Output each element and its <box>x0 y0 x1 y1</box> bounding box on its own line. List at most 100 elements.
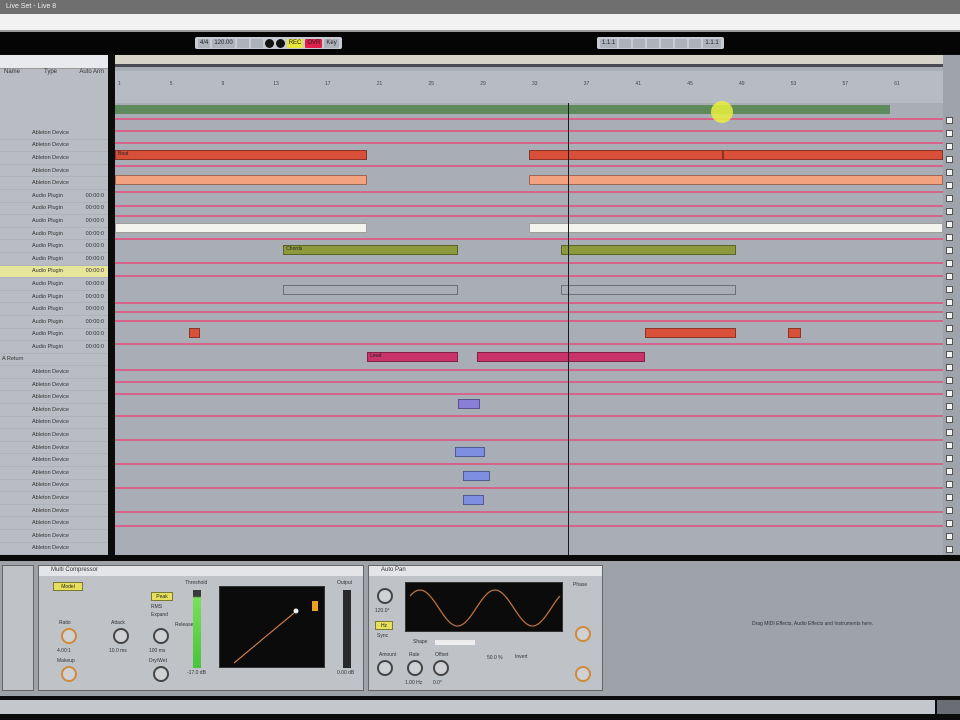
attack-knob[interactable] <box>113 628 129 644</box>
browser-row[interactable]: Ableton Device <box>0 404 108 417</box>
offset-knob[interactable] <box>433 660 449 676</box>
automation-line[interactable] <box>115 439 943 441</box>
browser-row[interactable]: Audio Plugin 00:00:0 <box>0 265 108 279</box>
browser-search[interactable] <box>0 55 108 69</box>
transport-right-button[interactable]: 1.1.1 <box>600 38 618 48</box>
browser-row[interactable]: Ableton Device <box>0 429 108 442</box>
browser-row[interactable]: Audio Plugin 00:00:0 <box>0 240 108 253</box>
track-activator-button[interactable] <box>946 182 953 189</box>
threshold-meter[interactable] <box>193 590 201 668</box>
browser-row[interactable]: Ableton Device <box>0 127 108 140</box>
browser-row[interactable]: Audio Plugin 00:00:0 <box>0 329 108 342</box>
track-activator-button[interactable] <box>946 286 953 293</box>
browser-row[interactable]: Audio Plugin 00:00:0 <box>0 253 108 266</box>
transport-left-button[interactable] <box>275 38 285 48</box>
release-knob[interactable] <box>153 628 169 644</box>
browser-row[interactable]: Audio Plugin 00:00:0 <box>0 278 108 291</box>
automation-line[interactable] <box>115 165 943 167</box>
track-activator-button[interactable] <box>946 429 953 436</box>
column-auto-arm[interactable]: Auto Arm <box>79 69 104 79</box>
clip[interactable]: Chords <box>283 245 458 255</box>
automation-line[interactable] <box>115 302 943 304</box>
clip[interactable] <box>529 150 724 160</box>
browser-row[interactable]: Audio Plugin 00:00:0 <box>0 203 108 216</box>
track-activator-button[interactable] <box>946 520 953 527</box>
clip[interactable] <box>283 285 458 295</box>
track-activator-button[interactable] <box>946 260 953 267</box>
automation-line[interactable] <box>115 415 943 417</box>
automation-line[interactable] <box>115 130 943 132</box>
browser-row[interactable]: Ableton Device <box>0 467 108 480</box>
track-activator-button[interactable] <box>946 117 953 124</box>
clip[interactable] <box>463 495 484 505</box>
browser-row[interactable]: Ableton Device <box>0 454 108 468</box>
clip[interactable] <box>529 223 943 233</box>
clip[interactable] <box>787 328 801 338</box>
makeup-knob[interactable] <box>61 666 77 682</box>
browser-row[interactable]: Ableton Device <box>0 366 108 379</box>
track-activator-button[interactable] <box>946 481 953 488</box>
automation-line[interactable] <box>115 191 943 193</box>
browser-row[interactable]: Audio Plugin 00:00:0 <box>0 341 108 354</box>
column-name[interactable]: Name <box>4 69 20 79</box>
drywet-knob[interactable] <box>153 666 169 682</box>
track-activator-button[interactable] <box>946 364 953 371</box>
clip[interactable] <box>561 285 736 295</box>
automation-line[interactable] <box>115 511 943 513</box>
transport-right-button[interactable] <box>647 38 660 48</box>
browser-row[interactable]: Ableton Device <box>0 480 108 493</box>
clip[interactable] <box>188 328 201 338</box>
model-button[interactable]: Model <box>53 582 83 591</box>
transport-left-button[interactable] <box>250 38 263 48</box>
automation-line[interactable] <box>115 343 943 345</box>
automation-line[interactable] <box>115 262 943 264</box>
beat-ruler[interactable]: 1 5 9 13 17 21 25 29 33 37 41 45 49 53 57 61 <box>115 71 943 103</box>
track-activator-button[interactable] <box>946 156 953 163</box>
browser-row[interactable]: Ableton Device <box>0 152 108 165</box>
transport-right-button[interactable]: 1.1.1 <box>703 38 721 48</box>
browser-row[interactable]: Audio Plugin 00:00:0 <box>0 316 108 329</box>
clip[interactable] <box>645 328 736 338</box>
clip[interactable]: Lead <box>367 352 458 362</box>
track-activator-button[interactable] <box>946 403 953 410</box>
track-activator-button[interactable] <box>946 234 953 241</box>
track-activator-button[interactable] <box>946 546 953 553</box>
clip[interactable] <box>529 175 943 185</box>
track-activator-button[interactable] <box>946 442 953 449</box>
track-activator-button[interactable] <box>946 468 953 475</box>
browser-row[interactable]: Audio Plugin 00:00:0 <box>0 303 108 316</box>
rate-knob[interactable] <box>407 660 423 676</box>
track-activator-button[interactable] <box>946 273 953 280</box>
track-activator-button[interactable] <box>946 143 953 150</box>
clip[interactable] <box>115 223 368 233</box>
automation-line[interactable] <box>115 238 943 240</box>
automation-line[interactable] <box>115 215 943 217</box>
track-activator-button[interactable] <box>946 130 953 137</box>
browser-row[interactable]: Ableton Device <box>0 379 108 392</box>
transport-right-button[interactable] <box>633 38 646 48</box>
transport-left-button[interactable]: Key <box>324 38 339 48</box>
browser-row[interactable]: Ableton Device <box>0 505 108 518</box>
clip[interactable] <box>115 175 368 185</box>
track-activator-button[interactable] <box>946 195 953 202</box>
automation-line[interactable] <box>115 369 943 371</box>
track-activator-button[interactable] <box>946 455 953 462</box>
browser-row[interactable]: Ableton Device <box>0 165 108 178</box>
track-activator-button[interactable] <box>946 247 953 254</box>
browser-row[interactable]: Ableton Device <box>0 417 108 430</box>
arrangement-view[interactable]: 1 5 9 13 17 21 25 29 33 37 41 45 49 53 57 61 Beat Chords… <box>115 55 943 555</box>
track-activator-button[interactable] <box>946 221 953 228</box>
browser-row[interactable]: Ableton Device <box>0 530 108 543</box>
automation-line[interactable] <box>115 311 943 313</box>
track-activator-button[interactable] <box>946 494 953 501</box>
transport-left-button[interactable]: OVR <box>305 38 323 48</box>
drywet-knob[interactable] <box>575 666 591 682</box>
hz-button[interactable]: Hz <box>375 621 393 630</box>
output-meter[interactable] <box>343 590 351 668</box>
automation-line[interactable] <box>115 381 943 383</box>
transport-left-button[interactable]: 120.00 <box>212 38 235 48</box>
rms-button[interactable]: RMS <box>151 604 162 610</box>
transport-right-button[interactable] <box>661 38 674 48</box>
transport-right-button[interactable] <box>619 38 632 48</box>
transport-left-button[interactable]: REC <box>286 38 304 48</box>
